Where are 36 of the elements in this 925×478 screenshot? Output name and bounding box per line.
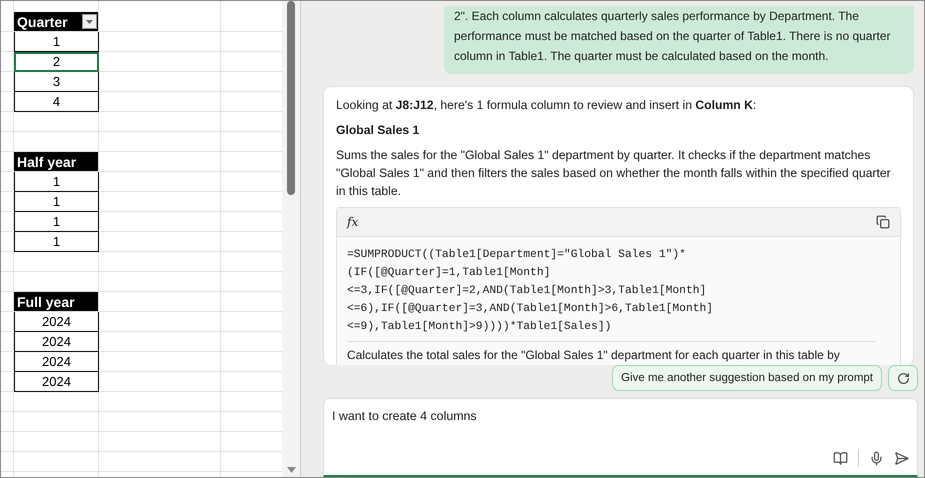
suggestion-chip[interactable]: Give me another suggestion based on my prompt	[612, 365, 882, 391]
table-cell: 2024	[14, 332, 99, 352]
table-cell: 2024	[14, 352, 99, 372]
table-cell: 1	[14, 32, 99, 52]
table-cell: 2024	[14, 312, 99, 332]
copy-icon	[876, 215, 890, 229]
formula-explanation: Calculates the total sales for the "Global Sales 1" department for each quarter in this table by	[346, 347, 841, 364]
table-cell: 1	[14, 212, 99, 232]
vertical-scrollbar[interactable]	[282, 1, 301, 477]
formula-heading: Global Sales 1	[336, 122, 420, 139]
table-cell: 2	[14, 52, 99, 72]
book-icon[interactable]	[833, 450, 848, 466]
response-intro: Looking at J8:J12, here's 1 formula column to review and insert in Column K:	[336, 97, 758, 114]
table-cell: 1	[14, 232, 99, 252]
header-text: Half year	[17, 154, 76, 170]
filter-dropdown-button[interactable]	[82, 14, 97, 29]
header-text: Quarter	[17, 14, 68, 30]
table-cell: 2024	[14, 372, 99, 392]
user-message: 2". Each column calculates quarterly sales performance by Department. The performance must be matched based on the quarter of Table1. There is no quarter column in Table1. The quarter must be calculated based on the month.	[444, 6, 914, 74]
scroll-down-arrow-icon[interactable]	[286, 467, 296, 473]
table-cell: 4	[14, 92, 99, 112]
refresh-icon	[896, 372, 910, 384]
send-icon[interactable]	[894, 450, 909, 466]
formula-code: =SUMPRODUCT((Table1[Department]="Global Sales 1")* (IF([@Quarter]=1,Table1[Month] <=3,IF([@Quarter]=2,AND(Table1[Month]>3,Table1[Month] <=6),IF([@Quarter]=3,AND(Table1[Month]>6,Table1[Month] <=9),Table1[Month]>9))))*Table1[Sales])	[346, 248, 714, 335]
header-text: Full year	[17, 294, 75, 310]
refresh-button[interactable]	[888, 365, 918, 391]
caret-icon	[86, 20, 93, 24]
table-cell: 1	[14, 192, 99, 212]
copy-button[interactable]	[876, 215, 890, 229]
formula-description: Sums the sales for the "Global Sales 1" department by quarter. It checks if the department matches "Global Sales 1" and then filters the sales based on whether the month falls within the specified quarter in this table.	[336, 147, 892, 200]
prompt-input[interactable]: I want to create 4 columns	[332, 409, 909, 423]
table-cell: 3	[14, 72, 99, 92]
function-label: fx	[347, 214, 358, 231]
table-cell: 1	[14, 172, 99, 192]
scrollbar-thumb[interactable]	[287, 1, 295, 195]
microphone-icon[interactable]	[869, 450, 884, 466]
